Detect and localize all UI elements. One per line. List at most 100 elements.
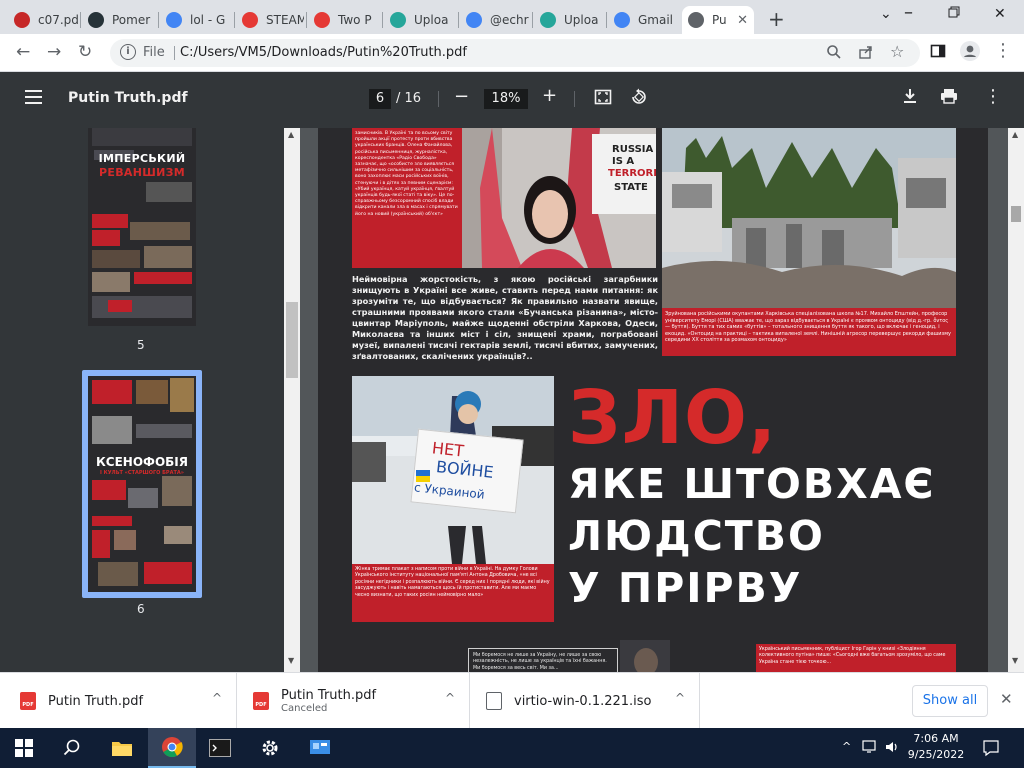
system-clock[interactable]: 7:06 AM 9/25/2022 <box>904 731 968 763</box>
chevron-up-icon[interactable]: ^ <box>445 691 455 705</box>
clock-time: 7:06 AM <box>913 732 959 745</box>
fit-to-page-icon[interactable] <box>594 88 612 110</box>
forward-icon[interactable]: → <box>47 42 61 62</box>
chevron-up-icon[interactable]: ^ <box>212 691 222 705</box>
zoom-icon[interactable] <box>826 44 842 64</box>
browser-tab[interactable]: Gmail <box>608 6 678 34</box>
tab-label: c07.pd <box>38 13 78 27</box>
browser-tab[interactable]: STEAM <box>236 6 304 34</box>
url-text[interactable]: C:/Users/VM5/Downloads/Putin%20Truth.pdf <box>180 45 467 60</box>
pdf-more-options-icon[interactable]: ⋮ <box>984 86 1002 107</box>
scroll-down-arrow-icon[interactable]: ▼ <box>1012 656 1018 665</box>
share-icon[interactable] <box>858 44 874 64</box>
browser-tab[interactable]: Uploa <box>534 6 604 34</box>
thumbnail-5-headline-top: ІМПЕРСЬКИЙ <box>98 152 186 165</box>
thumbnail-label-5: 5 <box>137 338 145 352</box>
page-thumbnail-6[interactable]: КСЕНОФОБІЯ І КУЛЬТ «СТАРШОГО БРАТА» <box>88 376 196 592</box>
pdf-file-icon: PDF <box>253 692 269 710</box>
tab-search-icon[interactable]: ⌄ <box>880 6 892 22</box>
site-info-icon[interactable]: i <box>120 44 136 60</box>
scroll-down-arrow-icon[interactable]: ▼ <box>288 656 294 665</box>
restore-icon <box>948 6 960 18</box>
tray-chevron-up-icon[interactable]: ^ <box>842 740 851 753</box>
browser-tab[interactable]: Two P <box>308 6 380 34</box>
browser-tab[interactable]: Pomer <box>82 6 156 34</box>
page-number-input[interactable]: 6 <box>369 89 391 109</box>
browser-tab[interactable]: Pu ✕ <box>682 6 754 34</box>
tab-label: lol - G <box>190 13 226 27</box>
browser-tab[interactable]: c07.pd <box>8 6 78 34</box>
caption-fanaylova: замисників. В Україні та по всьому світу… <box>352 128 462 268</box>
zoom-input[interactable]: 18% <box>484 89 528 109</box>
viewer-scrollbar[interactable]: ▲ ▼ <box>1008 128 1024 672</box>
reload-icon[interactable]: ↻ <box>78 42 92 62</box>
tab-separator <box>80 12 81 28</box>
pdf-viewer[interactable]: замисників. В Україні та по всьому світу… <box>300 128 1008 672</box>
browser-tab[interactable]: Uploa <box>384 6 456 34</box>
tab-label: Pomer <box>112 13 151 27</box>
sidebar-scrollbar[interactable]: ▲ ▼ <box>284 128 300 672</box>
close-download-shelf-icon[interactable]: ✕ <box>1000 690 1013 708</box>
windows-start-icon[interactable] <box>0 728 48 768</box>
network-icon[interactable] <box>862 739 880 758</box>
download-status: Canceled <box>281 703 328 714</box>
thumbnail-label-6: 6 <box>137 602 145 616</box>
thumbnail-6-headline-top: КСЕНОФОБІЯ <box>95 455 188 469</box>
tab-separator <box>606 12 607 28</box>
new-tab-button[interactable]: + <box>768 7 785 31</box>
pdf-toolbar: Putin Truth.pdf 6 / 16 − 18% + ⋮ <box>0 72 1024 128</box>
browser-tab[interactable]: @echr <box>460 6 530 34</box>
zoom-in-button[interactable]: + <box>542 85 557 106</box>
volume-icon[interactable] <box>884 739 900 758</box>
print-icon[interactable] <box>940 88 958 108</box>
headline-line-2: ЯКЕ ШТОВХАЄ <box>568 460 936 508</box>
chrome-menu-icon[interactable]: ⋮ <box>994 40 1012 61</box>
tab-favicon-icon <box>314 12 330 28</box>
tab-separator <box>382 12 383 28</box>
download-shelf: PDF Putin Truth.pdf ^ PDF Putin Truth.pd… <box>0 672 1024 729</box>
photo-sign-woman: НЕТ ВОЙНЕ с Украиной <box>352 376 554 564</box>
chrome-taskbar-icon[interactable] <box>148 728 196 768</box>
page-thumbnail-5[interactable]: ІМПЕРСЬКИЙ РЕВАНШИЗМ <box>88 128 196 326</box>
restore-button[interactable] <box>948 6 960 22</box>
download-name: virtio-win-0.1.221.iso <box>514 693 652 709</box>
tab-label: Gmail <box>638 13 674 27</box>
toolbar-divider <box>574 91 575 107</box>
tab-close-icon[interactable]: ✕ <box>737 13 748 28</box>
notification-icon[interactable] <box>982 739 1000 760</box>
rotate-icon[interactable] <box>630 88 648 110</box>
tab-favicon-icon <box>614 12 630 28</box>
pdf-sidebar-menu-icon[interactable] <box>25 90 42 104</box>
minimize-button[interactable]: – <box>904 2 913 23</box>
file-explorer-icon[interactable] <box>98 728 146 768</box>
window-close-button[interactable]: ✕ <box>994 6 1006 22</box>
iso-file-icon <box>486 692 502 710</box>
tab-favicon-icon <box>242 12 258 28</box>
sidebar-scroll-thumb[interactable] <box>286 302 298 378</box>
show-all-button[interactable]: Show all <box>912 685 988 717</box>
back-icon[interactable]: ← <box>16 42 30 62</box>
browser-tab[interactable]: lol - G <box>160 6 232 34</box>
control-panel-icon[interactable] <box>296 728 344 768</box>
download-icon[interactable] <box>902 88 918 108</box>
toolbar-divider <box>438 91 439 107</box>
download-item-1[interactable]: PDF Putin Truth.pdf ^ <box>0 673 237 729</box>
omnibox-divider <box>174 46 175 60</box>
download-item-2[interactable]: PDF Putin Truth.pdf Canceled ^ <box>237 673 470 729</box>
profile-avatar-icon[interactable] <box>960 41 980 65</box>
address-toolbar: ← → ↻ i File C:/Users/VM5/Downloads/Puti… <box>0 34 1024 72</box>
zoom-out-button[interactable]: − <box>454 86 469 107</box>
chevron-up-icon[interactable]: ^ <box>675 691 685 705</box>
tab-favicon-icon <box>540 12 556 28</box>
settings-gear-icon[interactable] <box>246 728 294 768</box>
terminal-icon[interactable] <box>196 728 244 768</box>
scroll-up-arrow-icon[interactable]: ▲ <box>288 130 294 139</box>
thumbnail-sidebar: ІМПЕРСЬКИЙ РЕВАНШИЗМ 5 КСЕНОФОБІЯ І КУЛЬ… <box>0 128 284 672</box>
side-panel-icon[interactable] <box>930 43 946 63</box>
omnibox[interactable]: i File C:/Users/VM5/Downloads/Putin%20Tr… <box>110 39 920 67</box>
viewer-scroll-thumb[interactable] <box>1011 206 1021 222</box>
scroll-up-arrow-icon[interactable]: ▲ <box>1012 130 1018 139</box>
bookmark-star-icon[interactable]: ☆ <box>890 42 904 61</box>
search-icon[interactable] <box>48 728 96 768</box>
download-item-3[interactable]: virtio-win-0.1.221.iso ^ <box>470 673 700 729</box>
